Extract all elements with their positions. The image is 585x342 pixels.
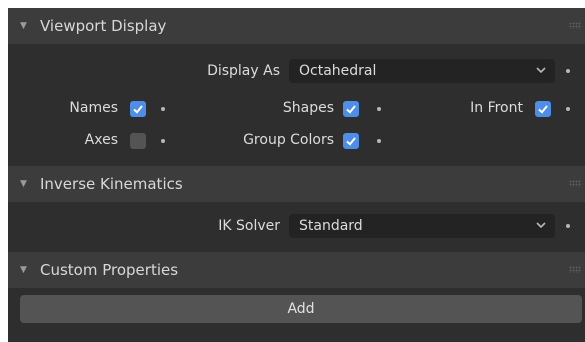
group-colors-checkbox[interactable] [343,133,359,149]
inverse-kinematics-body: IK Solver Standard [8,202,585,252]
ik-solver-keyframe-dot[interactable] [566,224,570,228]
drag-grip-icon[interactable] [569,266,581,273]
ik-solver-dropdown[interactable]: Standard [289,214,555,238]
inverse-kinematics-title: Inverse Kinematics [40,175,183,193]
axes-checkbox[interactable] [130,133,146,149]
chevron-down-icon [536,67,546,74]
group-colors-keyframe-dot[interactable] [377,139,381,143]
names-checkbox[interactable] [130,101,146,117]
display-as-label: Display As [207,63,280,79]
names-label: Names [69,100,118,116]
check-icon [538,105,548,114]
viewport-display-title: Viewport Display [40,17,167,35]
drag-grip-icon[interactable] [569,180,581,187]
custom-properties-title: Custom Properties [40,261,179,279]
collapse-arrow-icon[interactable]: ▼ [20,265,32,275]
shapes-label: Shapes [282,100,334,116]
ik-solver-label: IK Solver [218,218,280,234]
display-as-dropdown[interactable]: Octahedral [289,59,555,83]
viewport-display-header[interactable]: ▼ Viewport Display [8,8,585,44]
names-keyframe-dot[interactable] [161,107,165,111]
check-icon [346,137,356,146]
check-icon [133,105,143,114]
inverse-kinematics-header[interactable]: ▼ Inverse Kinematics [8,166,585,202]
shapes-checkbox[interactable] [343,101,359,117]
in-front-keyframe-dot[interactable] [566,107,570,111]
check-icon [346,105,356,114]
chevron-down-icon [536,222,546,229]
add-property-button[interactable]: Add [20,295,582,323]
collapse-arrow-icon[interactable]: ▼ [20,21,32,31]
ik-solver-value: Standard [299,218,363,234]
collapse-arrow-icon[interactable]: ▼ [20,179,32,189]
group-colors-label: Group Colors [243,132,334,148]
in-front-label: In Front [470,100,523,116]
axes-keyframe-dot[interactable] [161,139,165,143]
display-as-keyframe-dot[interactable] [566,69,570,73]
axes-label: Axes [84,132,118,148]
properties-panel: ▼ Viewport Display Display As Octahedral… [8,8,585,342]
display-as-value: Octahedral [299,63,377,79]
viewport-display-body: Display As Octahedral Names Shapes In Fr… [8,44,585,172]
custom-properties-header[interactable]: ▼ Custom Properties [8,252,585,288]
shapes-keyframe-dot[interactable] [377,107,381,111]
drag-grip-icon[interactable] [569,22,581,29]
in-front-checkbox[interactable] [535,101,551,117]
